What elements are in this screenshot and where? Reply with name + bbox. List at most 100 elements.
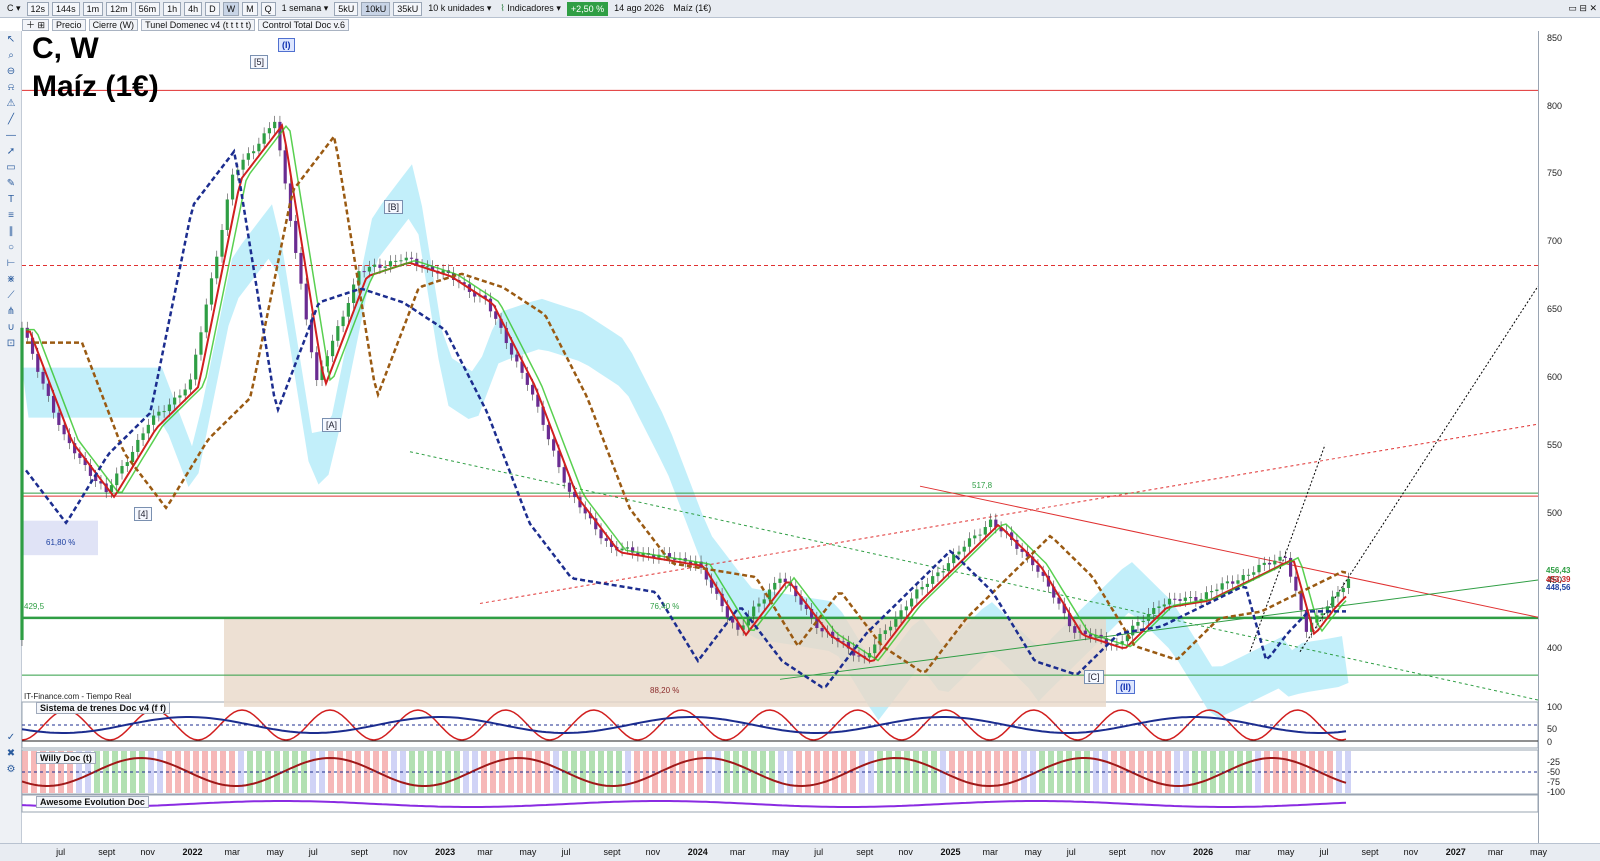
- time-tick: 2023: [435, 847, 456, 857]
- candle: [509, 343, 514, 355]
- candle: [1346, 578, 1351, 588]
- last-blue-label: 448,56: [1546, 583, 1571, 592]
- wave-label-c: [C]: [1084, 670, 1104, 684]
- candle: [20, 327, 24, 640]
- price-chart[interactable]: [0, 0, 1600, 861]
- time-tick: jul: [308, 847, 318, 857]
- candle: [309, 319, 314, 353]
- candle: [899, 610, 903, 618]
- time-tick: nov: [140, 847, 155, 857]
- candle: [1273, 560, 1277, 565]
- candle: [1246, 574, 1251, 576]
- candle: [515, 354, 519, 362]
- candle: [41, 371, 45, 384]
- time-tick: nov: [393, 847, 408, 857]
- candle: [252, 151, 256, 154]
- candle: [778, 578, 782, 583]
- source-label: IT-Finance.com - Tiempo Real: [24, 692, 132, 701]
- candle: [767, 589, 772, 600]
- candle: [141, 433, 145, 440]
- time-tick: nov: [1403, 847, 1419, 857]
- wave-label-4: [4]: [134, 507, 153, 521]
- osc-tick: 0: [1547, 737, 1553, 747]
- fib-label-618: 61,80 %: [46, 538, 76, 547]
- candle: [57, 412, 61, 425]
- candle: [378, 264, 382, 268]
- time-tick: mar: [1235, 847, 1251, 857]
- time-tick: 2022: [182, 847, 203, 857]
- candle: [1204, 592, 1208, 599]
- candle: [1210, 591, 1214, 593]
- fib-label-764: 76,40 %: [650, 602, 680, 611]
- candle: [1073, 626, 1077, 633]
- time-tick: mar: [224, 847, 241, 857]
- candle: [936, 572, 940, 577]
- candle: [425, 266, 429, 268]
- price-tick: 650: [1547, 304, 1563, 314]
- candle: [757, 603, 761, 607]
- last-green-label: 456,43: [1546, 566, 1571, 575]
- osc-tick: -100: [1547, 787, 1566, 797]
- time-tick: jul: [56, 847, 66, 857]
- level-label-517: 517,8: [972, 481, 993, 490]
- osc-tick: -25: [1547, 757, 1561, 767]
- candle: [304, 283, 308, 320]
- candle: [1236, 580, 1240, 584]
- candle: [388, 261, 393, 267]
- price-tick: 500: [1547, 508, 1563, 518]
- candle: [336, 326, 340, 341]
- fib-label-882: 88,20 %: [650, 686, 680, 695]
- candle: [1220, 583, 1224, 590]
- candle: [1215, 589, 1219, 592]
- candle: [873, 644, 877, 654]
- level-label-429: 429,5: [24, 602, 45, 611]
- candle: [567, 482, 572, 492]
- time-tick: jul: [814, 847, 824, 857]
- candle: [973, 535, 977, 539]
- candle: [1231, 581, 1235, 584]
- panel-title-willy[interactable]: Willy Doc (t): [36, 752, 96, 764]
- candle: [1283, 556, 1287, 558]
- candle: [151, 415, 156, 425]
- candle: [1115, 643, 1119, 645]
- osc-tick: 100: [1547, 702, 1563, 712]
- time-tick: sept: [98, 847, 116, 857]
- time-tick: nov: [898, 847, 913, 857]
- candle: [983, 527, 987, 535]
- candle: [1157, 606, 1161, 608]
- panel-title-trenes[interactable]: Sistema de trenes Doc v4 (f f): [36, 702, 171, 714]
- candle: [399, 260, 403, 262]
- candle: [178, 395, 182, 398]
- candle: [1241, 574, 1245, 581]
- time-tick: sept: [1108, 847, 1126, 857]
- candle: [1194, 597, 1198, 601]
- wave-label-5: [5]: [250, 55, 269, 69]
- candle: [125, 462, 129, 467]
- time-tick: sept: [350, 847, 368, 857]
- candle: [1188, 597, 1193, 599]
- time-tick: sept: [1361, 847, 1379, 857]
- price-tick: 550: [1547, 440, 1563, 450]
- time-tick: 2027: [1445, 847, 1466, 857]
- time-tick: jul: [1066, 847, 1076, 857]
- candle: [920, 586, 924, 590]
- time-tick: may: [1277, 847, 1295, 857]
- candle: [225, 199, 229, 230]
- price-axis[interactable]: 850 800 750 700 650 600 550 500 450 400 …: [1538, 31, 1600, 843]
- candle: [1278, 556, 1282, 561]
- panel-title-awesome[interactable]: Awesome Evolution Doc: [36, 796, 149, 808]
- candle: [1178, 599, 1182, 601]
- candle: [46, 383, 50, 396]
- candle: [1152, 607, 1156, 615]
- candle: [746, 616, 751, 626]
- candle: [904, 606, 908, 611]
- candle: [762, 599, 766, 604]
- time-tick: nov: [1151, 847, 1166, 857]
- time-axis[interactable]: jul sept nov 2022 mar may jul sept nov 2023 mar may…: [0, 843, 1600, 861]
- candle: [1141, 620, 1145, 623]
- candle: [888, 626, 893, 631]
- candle: [946, 563, 951, 572]
- candle: [257, 143, 261, 152]
- price-tick: 750: [1547, 168, 1563, 178]
- candle: [367, 266, 372, 272]
